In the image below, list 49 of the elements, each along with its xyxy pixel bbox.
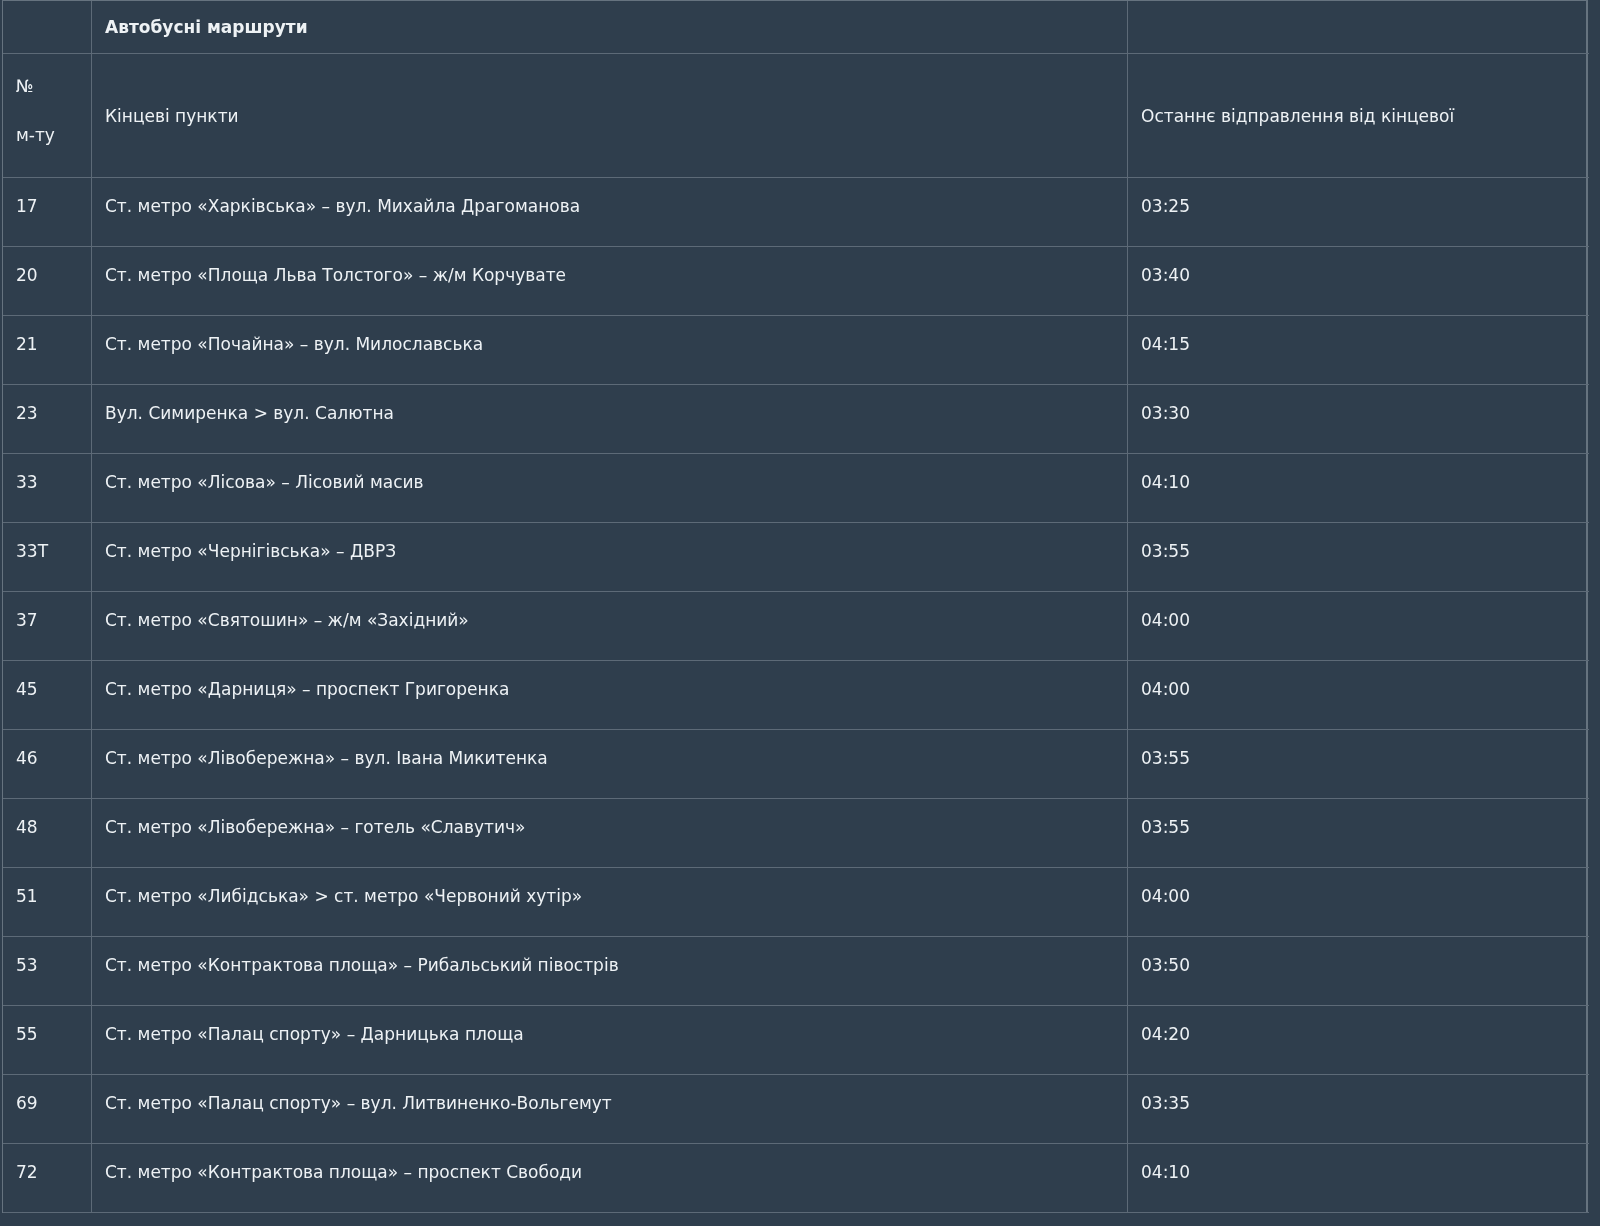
route-endpoints: Ст. метро «Контрактова площа» – Рибальський півострів (92, 937, 1128, 1006)
route-number: 53 (3, 937, 92, 1006)
departure-time: 04:10 (1128, 1144, 1589, 1213)
departure-time: 03:55 (1128, 799, 1589, 868)
route-number: 17 (3, 178, 92, 247)
route-endpoints: Ст. метро «Палац спорту» – вул. Литвиненко-Вольгемут (92, 1075, 1128, 1144)
route-number: 69 (3, 1075, 92, 1144)
column-header: Кінцеві пункти (92, 54, 1128, 178)
route-number: 72 (3, 1144, 92, 1213)
route-endpoints: Ст. метро «Площа Льва Толстого» – ж/м Корчувате (92, 247, 1128, 316)
route-endpoints: Ст. метро «Контрактова площа» – проспект Свободи (92, 1144, 1128, 1213)
departure-time: 04:20 (1128, 1006, 1589, 1075)
route-endpoints: Вул. Симиренка > вул. Салютна (92, 385, 1128, 454)
route-endpoints: Ст. метро «Дарниця» – проспект Григоренка (92, 661, 1128, 730)
departure-time: 03:55 (1128, 730, 1589, 799)
column-header: № м-ту (3, 54, 92, 178)
route-number: 33Т (3, 523, 92, 592)
departure-time: 04:00 (1128, 592, 1589, 661)
table-title: Автобусні маршрути (92, 1, 1128, 54)
route-number: 45 (3, 661, 92, 730)
departure-time: 03:50 (1128, 937, 1589, 1006)
route-endpoints: Ст. метро «Лівобережна» – готель «Славутич» (92, 799, 1128, 868)
departure-time: 03:40 (1128, 247, 1589, 316)
departure-time: 04:10 (1128, 454, 1589, 523)
route-number: 46 (3, 730, 92, 799)
route-endpoints: Ст. метро «Лісова» – Лісовий масив (92, 454, 1128, 523)
route-endpoints: Ст. метро «Палац спорту» – Дарницька площа (92, 1006, 1128, 1075)
route-number: 23 (3, 385, 92, 454)
route-endpoints: Ст. метро «Святошин» – ж/м «Західний» (92, 592, 1128, 661)
departure-time: 03:25 (1128, 178, 1589, 247)
departure-time: 03:35 (1128, 1075, 1589, 1144)
departure-time: 04:00 (1128, 661, 1589, 730)
route-endpoints: Ст. метро «Либідська» > ст. метро «Червоний хутір» (92, 868, 1128, 937)
route-number: 55 (3, 1006, 92, 1075)
route-endpoints: Ст. метро «Харківська» – вул. Михайла Драгоманова (92, 178, 1128, 247)
route-endpoints: Ст. метро «Лівобережна» – вул. Івана Микитенка (92, 730, 1128, 799)
departure-time: 04:00 (1128, 868, 1589, 937)
route-number: 20 (3, 247, 92, 316)
route-endpoints: Ст. метро «Чернігівська» – ДВРЗ (92, 523, 1128, 592)
departure-time: 04:15 (1128, 316, 1589, 385)
route-number: 51 (3, 868, 92, 937)
route-number: 37 (3, 592, 92, 661)
route-endpoints: Ст. метро «Почайна» – вул. Милославська (92, 316, 1128, 385)
route-number: 48 (3, 799, 92, 868)
departure-time: 03:30 (1128, 385, 1589, 454)
route-number: 21 (3, 316, 92, 385)
column-header: Останнє відправлення від кінцевої (1128, 54, 1589, 178)
route-number: 33 (3, 454, 92, 523)
departure-time: 03:55 (1128, 523, 1589, 592)
